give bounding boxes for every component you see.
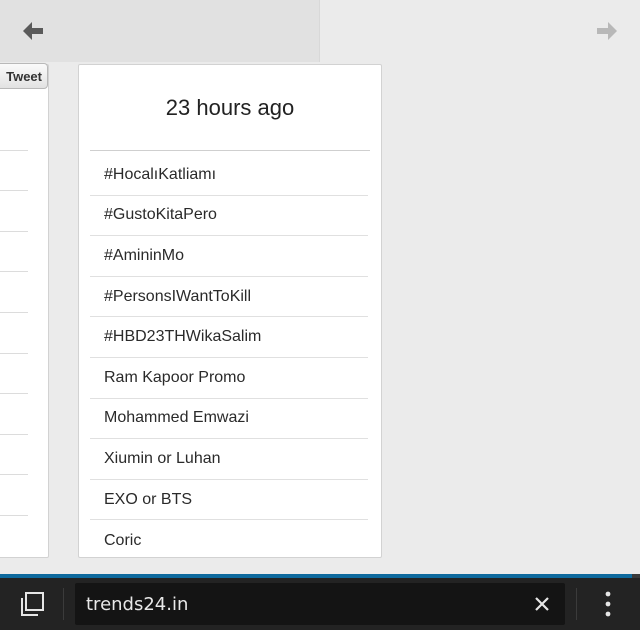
web-viewport: Tweet 23 hours ago #HocalıKatliamı #Gust… xyxy=(0,0,640,574)
forward-button[interactable] xyxy=(590,14,624,48)
tabs-icon xyxy=(21,592,44,616)
trend-item[interactable]: Xiumin or Luhan xyxy=(90,439,368,480)
url-text: trends24.in xyxy=(86,594,189,615)
row-divider xyxy=(0,312,28,313)
more-vertical-icon xyxy=(605,591,611,617)
trend-item[interactable]: #GustoKitaPero xyxy=(90,196,368,237)
trend-item[interactable]: #AmininMo xyxy=(90,236,368,277)
arrow-right-icon xyxy=(597,22,617,40)
title-divider xyxy=(90,150,370,151)
trend-item[interactable]: Ram Kapoor Promo xyxy=(90,358,368,399)
address-bar[interactable]: trends24.in xyxy=(75,583,565,625)
toolbar-divider xyxy=(63,588,64,620)
browser-toolbar: trends24.in xyxy=(0,578,640,630)
back-button[interactable] xyxy=(16,14,50,48)
previous-trends-card xyxy=(0,64,49,558)
clear-url-button[interactable] xyxy=(527,589,557,619)
row-divider xyxy=(0,150,28,151)
row-divider xyxy=(0,353,28,354)
trend-item[interactable]: #HocalıKatliamı xyxy=(90,155,368,196)
card-title: 23 hours ago xyxy=(165,95,295,120)
row-divider xyxy=(0,515,28,516)
row-divider xyxy=(0,231,28,232)
row-divider xyxy=(0,474,28,475)
trend-item[interactable]: Mohammed Emwazi xyxy=(90,399,368,440)
toolbar-divider xyxy=(576,588,577,620)
nav-forward-area xyxy=(320,0,640,62)
row-divider xyxy=(0,393,28,394)
trend-item[interactable]: Coric xyxy=(90,520,368,561)
row-divider xyxy=(0,434,28,435)
tabs-button[interactable] xyxy=(12,584,52,624)
row-divider xyxy=(0,190,28,191)
close-icon xyxy=(535,597,549,611)
trend-item[interactable]: #HBD23THWikaSalim xyxy=(90,317,368,358)
overflow-menu-button[interactable] xyxy=(592,586,624,622)
nav-back-area xyxy=(0,0,320,62)
trend-item[interactable]: EXO or BTS xyxy=(90,480,368,521)
trend-list: #HocalıKatliamı #GustoKitaPero #AmininMo… xyxy=(90,155,368,561)
row-divider xyxy=(0,271,28,272)
arrow-left-icon xyxy=(23,22,43,40)
tweet-button[interactable]: Tweet xyxy=(0,63,48,89)
trends-card: 23 hours ago #HocalıKatliamı #GustoKitaP… xyxy=(78,64,382,558)
trend-item[interactable]: #PersonsIWantToKill xyxy=(90,277,368,318)
